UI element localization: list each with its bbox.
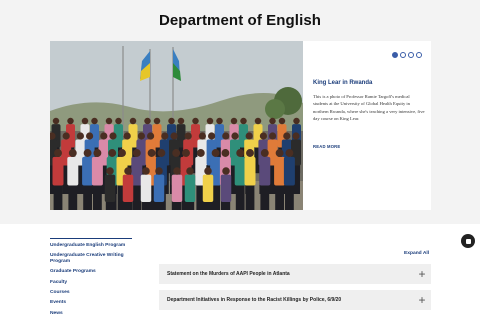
accordion-label: Statement on the Murders of AAPI People … — [167, 271, 290, 277]
slide-dot-2[interactable] — [400, 52, 406, 58]
nav-item-graduate-programs[interactable]: Graduate Programs — [50, 269, 132, 274]
plus-icon[interactable]: + — [413, 264, 431, 284]
page-title: Department of English — [158, 12, 322, 29]
section-navigation: Undergraduate English Program Undergradu… — [50, 238, 132, 320]
read-more-link[interactable]: READ MORE — [313, 144, 340, 149]
group-photo — [50, 41, 303, 210]
nav-item-events[interactable]: Events — [50, 300, 132, 305]
slide-caption: King Lear in Rwanda This is a photo of P… — [313, 80, 425, 123]
slide-title: King Lear in Rwanda — [313, 80, 373, 86]
accordion-item-aapi-statement[interactable]: Statement on the Murders of AAPI People … — [159, 264, 431, 284]
plus-icon[interactable]: + — [413, 290, 431, 310]
slide-dot-1[interactable] — [392, 52, 398, 58]
hero-section: Department of English King Lear in Rwand… — [0, 0, 480, 224]
accordion-item-department-initiatives[interactable]: Department Initiatives in Response to th… — [159, 290, 431, 310]
slide-description: This is a photo of Professor Ramie Targo… — [313, 94, 425, 122]
nav-item-undergraduate-english[interactable]: Undergraduate English Program — [50, 243, 132, 248]
chat-icon[interactable] — [461, 234, 475, 248]
accordion-label: Department Initiatives in Response to th… — [167, 297, 342, 303]
slide-dot-3[interactable] — [408, 52, 414, 58]
nav-item-courses[interactable]: Courses — [50, 290, 132, 295]
expand-all-link[interactable]: Expand All — [404, 251, 429, 256]
nav-item-undergraduate-creative-writing[interactable]: Undergraduate Creative Writing Program — [50, 253, 132, 264]
slide-dot-4[interactable] — [416, 52, 422, 58]
image-carousel: King Lear in Rwanda This is a photo of P… — [50, 41, 431, 210]
carousel-dots — [392, 52, 422, 60]
nav-item-faculty[interactable]: Faculty — [50, 280, 132, 285]
nav-item-news[interactable]: News — [50, 311, 132, 316]
